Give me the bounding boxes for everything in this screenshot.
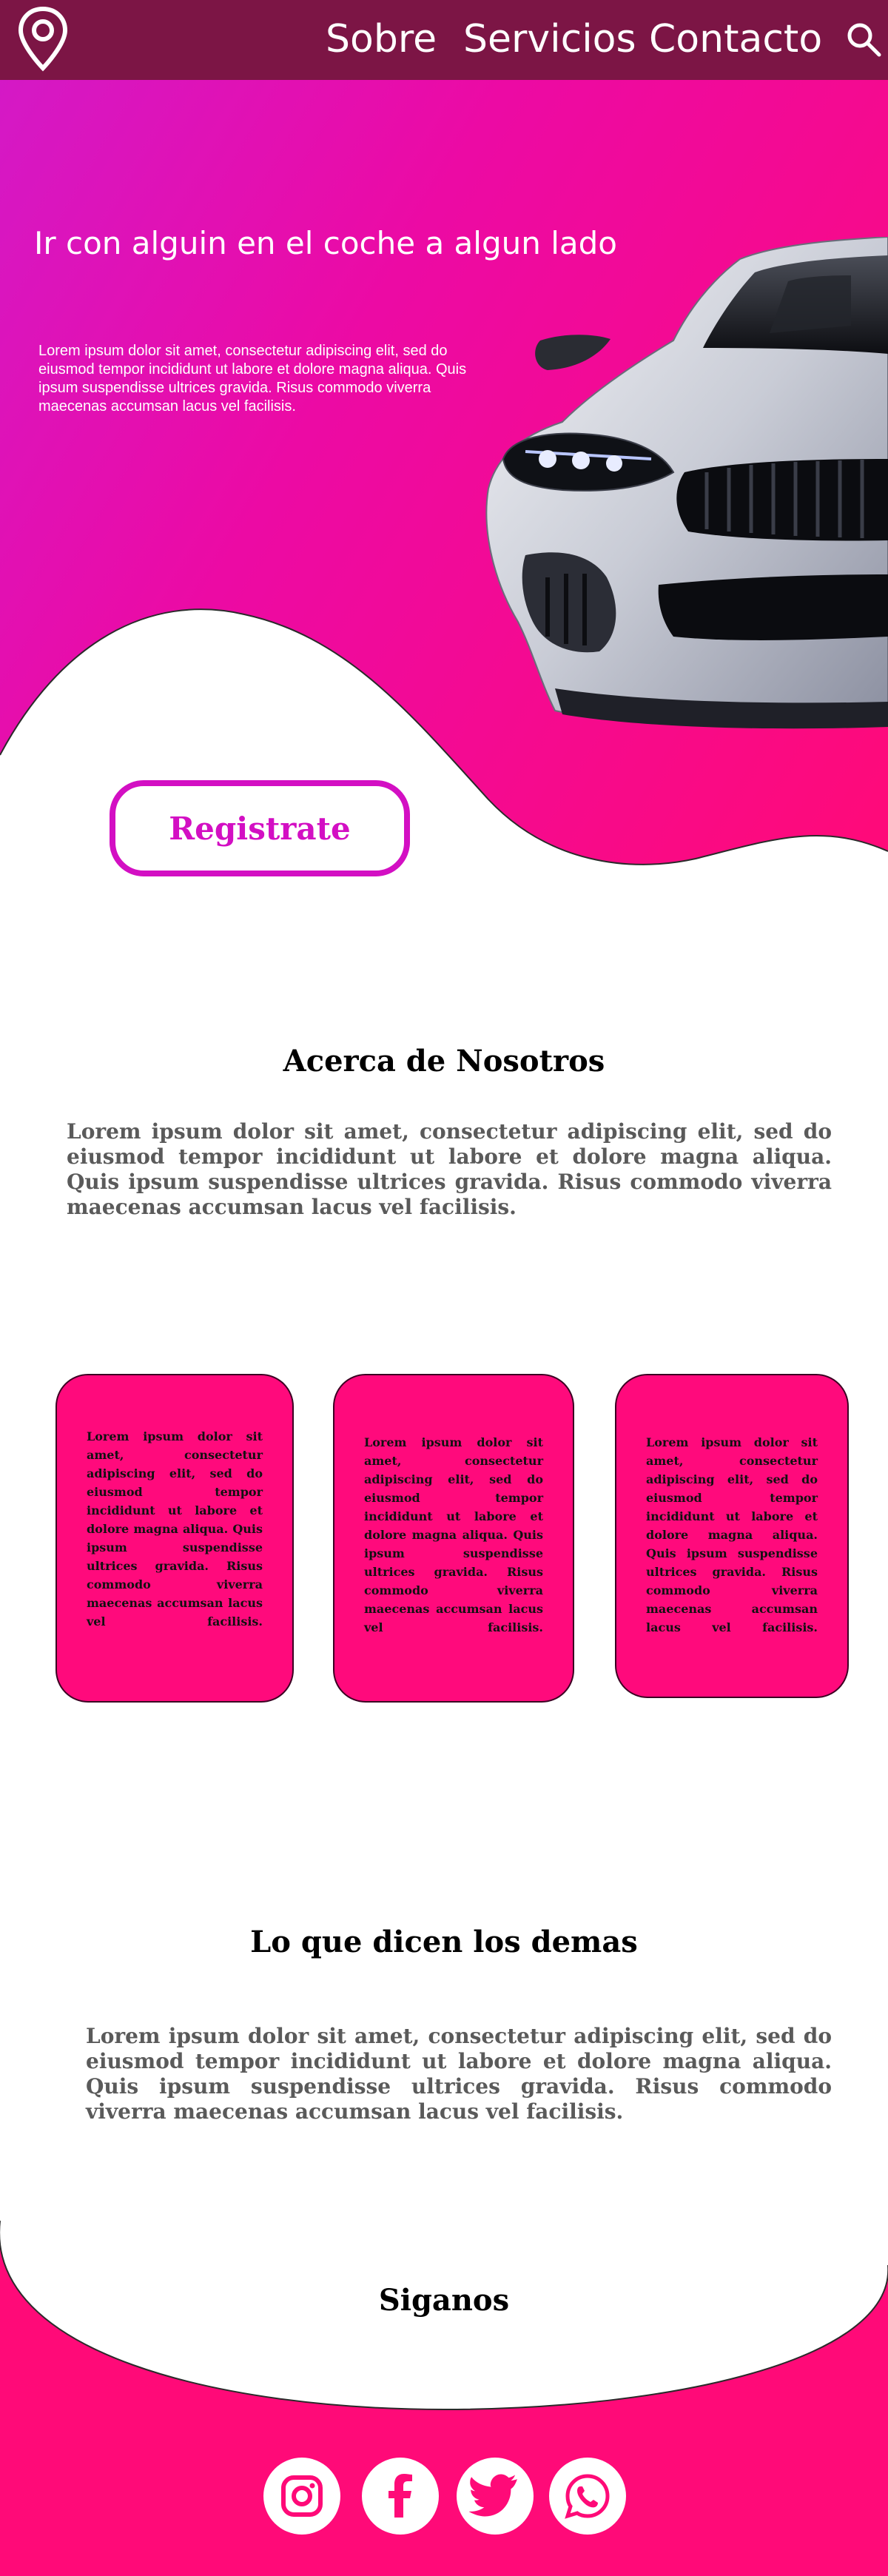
car-image	[485, 237, 888, 729]
about-text: Lorem ipsum dolor sit amet, consectetur …	[67, 1119, 832, 1219]
instagram-icon	[281, 2475, 323, 2517]
map-pin-icon[interactable]	[16, 4, 70, 73]
card-text: Lorem ipsum dolor sit amet, consectetur …	[646, 1435, 818, 1634]
footer-title: Siganos	[378, 2283, 510, 2318]
social-links	[0, 2458, 888, 2539]
testimonials-text: Lorem ipsum dolor sit amet, consectetur …	[86, 2024, 832, 2124]
whatsapp-button[interactable]	[549, 2458, 626, 2535]
facebook-button[interactable]	[362, 2458, 439, 2535]
card-text: Lorem ipsum dolor sit amet, consectetur …	[87, 1429, 263, 1629]
twitter-button[interactable]	[457, 2458, 534, 2535]
twitter-icon	[469, 2474, 517, 2517]
card-text: Lorem ipsum dolor sit amet, consectetur …	[364, 1435, 543, 1634]
whatsapp-icon	[565, 2474, 610, 2519]
facebook-icon	[388, 2474, 412, 2518]
about-title: Acerca de Nosotros	[283, 1044, 605, 1079]
hero-title: Ir con alguin en el coche a algun lado	[34, 225, 617, 261]
nav-link-sobre[interactable]: Sobre	[326, 13, 437, 65]
register-button-label: Registrate	[169, 810, 351, 847]
testimonials-title: Lo que dicen los demas	[250, 1925, 638, 1959]
instagram-button[interactable]	[263, 2458, 340, 2535]
nav-link-servicios[interactable]: Servicios	[463, 13, 636, 65]
register-button[interactable]: Registrate	[110, 780, 410, 876]
info-card-2: Lorem ipsum dolor sit amet, consectetur …	[333, 1374, 574, 1703]
info-card-1: Lorem ipsum dolor sit amet, consectetur …	[56, 1374, 294, 1703]
top-nav-bar: Sobre Servicios Contacto	[0, 0, 888, 80]
hero-description: Lorem ipsum dolor sit amet, consectetur …	[38, 343, 467, 415]
nav-link-contacto[interactable]: Contacto	[649, 13, 822, 65]
search-icon[interactable]	[845, 21, 882, 58]
info-card-3: Lorem ipsum dolor sit amet, consectetur …	[615, 1374, 849, 1698]
